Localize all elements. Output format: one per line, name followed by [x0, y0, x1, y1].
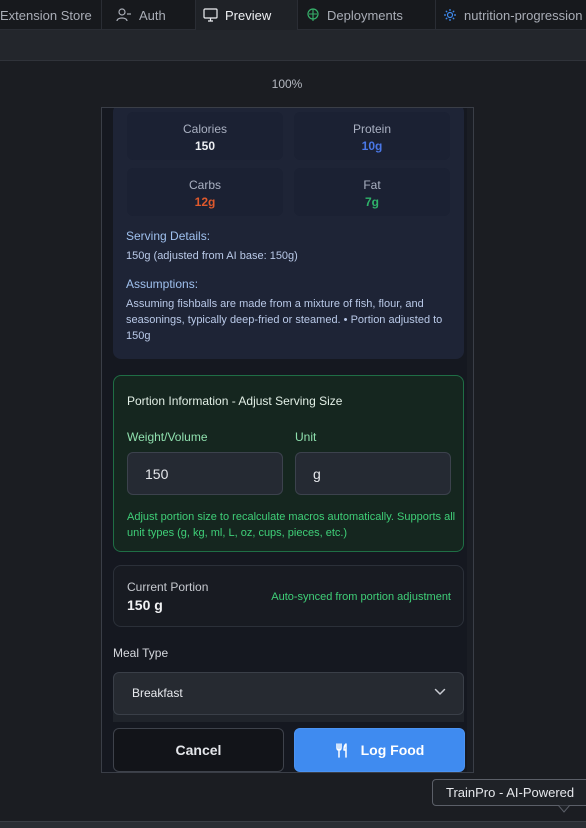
meal-type-value: Breakfast [132, 686, 183, 700]
serving-details-text: 150g (adjusted from AI base: 150g) [126, 250, 298, 262]
macro-value: 12g [194, 195, 216, 209]
tab-bar: Extension Store Auth Preview Deployments… [0, 0, 586, 30]
preview-frame: Calories 150 Protein 10g Carbs 12g Fat 7… [101, 107, 474, 773]
chevron-down-icon [434, 688, 446, 695]
weight-input[interactable] [127, 452, 283, 495]
portion-title: Portion Information - Adjust Serving Siz… [127, 394, 343, 408]
status-bar [0, 821, 586, 828]
macro-value: 10g [361, 139, 383, 153]
current-portion-card: Current Portion 150 g Auto-synced from p… [113, 565, 464, 627]
cancel-button[interactable]: Cancel [113, 728, 284, 772]
tab-label: Deployments [327, 7, 403, 23]
macro-calories: Calories 150 [127, 112, 283, 160]
unit-input[interactable] [295, 452, 451, 495]
meal-type-label: Meal Type [113, 646, 169, 660]
tooltip-arrow [558, 805, 570, 813]
macro-protein: Protein 10g [294, 112, 450, 160]
meal-type-select[interactable]: Breakfast [113, 672, 464, 715]
weight-label: Weight/Volume [127, 430, 208, 444]
tab-deployments[interactable]: Deployments [298, 0, 436, 30]
auto-sync-note: Auto-synced from portion adjustment [271, 591, 451, 603]
macro-label: Calories [182, 122, 227, 136]
macro-label: Fat [363, 178, 381, 192]
frame-scrollbar[interactable] [467, 108, 473, 772]
tab-label: Extension Store [0, 7, 92, 23]
portion-hint: Adjust portion size to recalculate macro… [127, 511, 456, 539]
tab-extension-store[interactable]: Extension Store [0, 0, 102, 30]
assumptions-title: Assumptions: [126, 277, 199, 291]
gear-icon [444, 9, 456, 21]
globe-icon [307, 8, 319, 21]
macro-value: 150 [194, 139, 216, 153]
tab-nutrition-progression[interactable]: nutrition-progression [436, 0, 586, 30]
assumptions-text: Assuming fishballs are made from a mixtu… [126, 298, 443, 342]
zoom-level: 100% [271, 77, 303, 91]
log-food-button-label: Log Food [360, 742, 425, 758]
page-scrollbar[interactable] [580, 61, 586, 821]
cancel-button-label: Cancel [175, 742, 222, 758]
current-portion-label: Current Portion [127, 580, 209, 594]
current-portion-value: 150 g [127, 597, 163, 613]
tooltip: TrainPro - AI-Powered [432, 779, 586, 806]
macro-carbs: Carbs 12g [127, 168, 283, 216]
macro-value: 7g [364, 195, 379, 209]
tab-label: nutrition-progression [464, 7, 583, 23]
tab-label: Auth [139, 7, 166, 23]
user-icon [116, 8, 131, 22]
nutrition-analysis-card: Calories 150 Protein 10g Carbs 12g Fat 7… [113, 108, 464, 359]
portion-info-card: Portion Information - Adjust Serving Siz… [113, 375, 464, 552]
serving-details-title: Serving Details: [126, 229, 211, 243]
log-food-button[interactable]: Log Food [294, 728, 465, 772]
tab-auth[interactable]: Auth [103, 0, 196, 30]
utensils-icon [335, 742, 347, 758]
tab-preview[interactable]: Preview [196, 0, 298, 30]
monitor-icon [203, 8, 218, 22]
macro-label: Protein [352, 122, 392, 136]
tab-label: Preview [225, 7, 272, 23]
macro-fat: Fat 7g [294, 168, 450, 216]
macro-label: Carbs [188, 178, 221, 192]
unit-label: Unit [295, 430, 317, 444]
food-log-modal: Calories 150 Protein 10g Carbs 12g Fat 7… [102, 108, 473, 772]
preview-toolbar [0, 30, 586, 61]
